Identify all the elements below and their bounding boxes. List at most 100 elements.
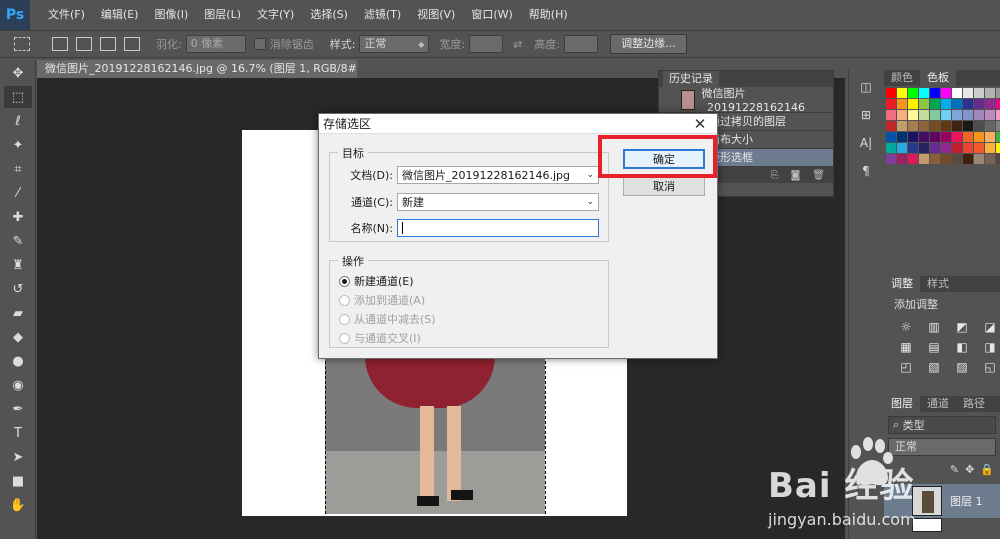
- dialog-titlebar[interactable]: 存储选区 ✕: [319, 114, 717, 134]
- swatch[interactable]: [952, 121, 962, 131]
- new-selection-icon[interactable]: [52, 37, 68, 51]
- black-white-icon[interactable]: ◨: [978, 340, 1000, 354]
- history-brush-tool-icon[interactable]: ↺: [4, 278, 32, 300]
- history-panel-icon[interactable]: ◫: [853, 76, 879, 98]
- swatch[interactable]: [952, 132, 962, 142]
- swatch[interactable]: [919, 121, 929, 131]
- blur-tool-icon[interactable]: ●: [4, 350, 32, 372]
- swatch[interactable]: [941, 121, 951, 131]
- swatch[interactable]: [996, 143, 1000, 153]
- swatch[interactable]: [974, 154, 984, 164]
- swatch[interactable]: [886, 154, 896, 164]
- marquee-preset-icon[interactable]: [14, 37, 30, 51]
- swatch[interactable]: [985, 88, 995, 98]
- gradient-map-icon[interactable]: ◱: [978, 360, 1000, 374]
- radio-intersect-channel[interactable]: 与通道交叉(I): [339, 330, 421, 346]
- document-tab[interactable]: 微信图片_20191228162146.jpg @ 16.7% (图层 1, R…: [37, 60, 357, 78]
- swatch[interactable]: [996, 99, 1000, 109]
- intersect-selection-icon[interactable]: [124, 37, 140, 51]
- swatch[interactable]: [963, 99, 973, 109]
- swatch[interactable]: [985, 154, 995, 164]
- swatch[interactable]: [897, 132, 907, 142]
- tab-color[interactable]: 颜色: [884, 70, 920, 86]
- swatch[interactable]: [996, 154, 1000, 164]
- swatch[interactable]: [930, 99, 940, 109]
- menu-select[interactable]: 选择(S): [302, 0, 356, 30]
- pen-tool-icon[interactable]: ✒: [4, 398, 32, 420]
- swatch[interactable]: [908, 132, 918, 142]
- swatch[interactable]: [897, 143, 907, 153]
- paragraph-panel-icon[interactable]: ¶: [853, 160, 879, 182]
- swatch[interactable]: [919, 143, 929, 153]
- name-input[interactable]: [397, 219, 599, 237]
- refine-edge-button[interactable]: 调整边缘...: [610, 34, 687, 54]
- menu-view[interactable]: 视图(V): [409, 0, 463, 30]
- swatch[interactable]: [941, 88, 951, 98]
- clone-stamp-tool-icon[interactable]: ♜: [4, 254, 32, 276]
- radio-dot-selected[interactable]: [339, 275, 350, 287]
- radio-dot[interactable]: [339, 294, 350, 306]
- swatch[interactable]: [985, 99, 995, 109]
- style-select[interactable]: 正常: [359, 35, 430, 53]
- radio-dot[interactable]: [339, 332, 350, 344]
- radio-dot[interactable]: [339, 313, 350, 325]
- swatch[interactable]: [952, 143, 962, 153]
- add-selection-icon[interactable]: [76, 37, 92, 51]
- brush-tool-icon[interactable]: ✎: [4, 230, 32, 252]
- swatch[interactable]: [886, 99, 896, 109]
- swatch[interactable]: [996, 121, 1000, 131]
- subtract-selection-icon[interactable]: [100, 37, 116, 51]
- swatch[interactable]: [974, 132, 984, 142]
- swatch[interactable]: [897, 99, 907, 109]
- swatch[interactable]: [886, 88, 896, 98]
- menu-edit[interactable]: 编辑(E): [93, 0, 147, 30]
- magic-wand-tool-icon[interactable]: ✦: [4, 134, 32, 156]
- tab-swatches[interactable]: 色板: [920, 70, 956, 86]
- swatch[interactable]: [996, 132, 1000, 142]
- swatch[interactable]: [963, 121, 973, 131]
- swatch[interactable]: [996, 88, 1000, 98]
- swatch[interactable]: [886, 132, 896, 142]
- tab-adjustments[interactable]: 调整: [884, 276, 920, 292]
- swatch[interactable]: [897, 154, 907, 164]
- swatch[interactable]: [908, 121, 918, 131]
- swatch[interactable]: [897, 110, 907, 120]
- swatch[interactable]: [908, 88, 918, 98]
- move-tool-icon[interactable]: ✥: [4, 62, 32, 84]
- swatch[interactable]: [930, 88, 940, 98]
- swatch[interactable]: [952, 88, 962, 98]
- delete-state-icon[interactable]: 🗑: [812, 170, 825, 181]
- swatch[interactable]: [985, 110, 995, 120]
- new-snapshot-icon[interactable]: ◙: [791, 170, 801, 181]
- swatch[interactable]: [930, 143, 940, 153]
- swatch[interactable]: [952, 110, 962, 120]
- swatch[interactable]: [974, 143, 984, 153]
- levels-icon[interactable]: ▥: [922, 320, 946, 334]
- swatch[interactable]: [886, 121, 896, 131]
- swatch[interactable]: [908, 99, 918, 109]
- swatch[interactable]: [897, 121, 907, 131]
- swatch[interactable]: [974, 88, 984, 98]
- photo-filter-icon[interactable]: ◰: [894, 360, 918, 374]
- height-input[interactable]: [564, 35, 599, 53]
- path-selection-tool-icon[interactable]: ➤: [4, 446, 32, 468]
- vibrance-icon[interactable]: ▦: [894, 340, 918, 354]
- swatch[interactable]: [985, 143, 995, 153]
- swatch[interactable]: [963, 154, 973, 164]
- tab-channels[interactable]: 通道: [920, 396, 956, 412]
- swatch[interactable]: [897, 88, 907, 98]
- swatch[interactable]: [908, 154, 918, 164]
- channel-select[interactable]: 新建 ⌄: [397, 193, 599, 211]
- curves-icon[interactable]: ◩: [950, 320, 974, 334]
- invert-icon[interactable]: ▨: [950, 360, 974, 374]
- swatch[interactable]: [941, 143, 951, 153]
- rect-marquee-tool-icon[interactable]: ⬚: [4, 86, 32, 108]
- antialias-checkbox[interactable]: [253, 38, 266, 50]
- history-snapshot[interactable]: 微信图片_20191228162146: [659, 87, 833, 114]
- swatch[interactable]: [952, 154, 962, 164]
- menu-type[interactable]: 文字(Y): [249, 0, 302, 30]
- color-balance-icon[interactable]: ◧: [950, 340, 974, 354]
- swatch[interactable]: [996, 110, 1000, 120]
- layer-filter[interactable]: ⌕ 类型: [888, 416, 996, 434]
- dodge-tool-icon[interactable]: ◉: [4, 374, 32, 396]
